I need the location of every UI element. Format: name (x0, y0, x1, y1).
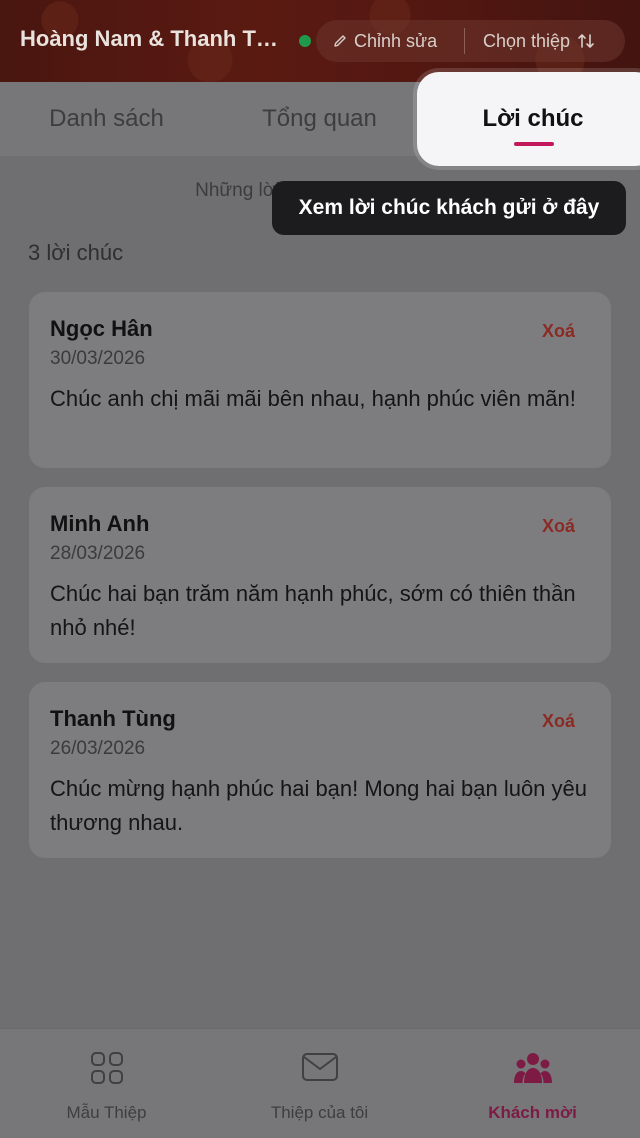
people-icon (513, 1051, 553, 1087)
nav-my-cards[interactable]: Thiệp của tôi (213, 1029, 426, 1138)
wish-count: 3 lời chúc (28, 240, 124, 265)
wish-message: Chúc hai bạn trăm năm hạnh phúc, sớm có … (50, 581, 576, 640)
wish-list: Ngọc Hân 30/03/2026 Chúc anh chị mãi mãi… (29, 292, 611, 877)
wish-author: Thanh Tùng (50, 706, 176, 731)
edit-button[interactable]: Chỉnh sửa (316, 20, 464, 62)
wish-card: Thanh Tùng 26/03/2026 Chúc mừng hạnh phú… (29, 682, 611, 858)
tab-bar: Danh sách Tổng quan Lời chúc (0, 72, 640, 166)
nav-templates[interactable]: Mẫu Thiệp (0, 1029, 213, 1138)
delete-button[interactable]: Xoá (542, 321, 575, 342)
wish-date: 26/03/2026 (50, 738, 146, 759)
tab-label: Danh sách (49, 105, 164, 132)
delete-button[interactable]: Xoá (542, 516, 575, 537)
wish-message: Chúc anh chị mãi mãi bên nhau, hạnh phúc… (50, 386, 576, 411)
event-title[interactable]: Hoàng Nam & Thanh Tùng (20, 26, 285, 52)
wish-author: Minh Anh (50, 511, 150, 536)
swap-vertical-icon (576, 31, 596, 51)
grid-icon (90, 1051, 124, 1087)
wish-card: Ngọc Hân 30/03/2026 Chúc anh chị mãi mãi… (29, 292, 611, 468)
status-dot (299, 35, 311, 47)
app-header: Hoàng Nam & Thanh Tùng Chỉnh sửa Chọn th… (0, 0, 640, 82)
wish-date: 30/03/2026 (50, 348, 146, 369)
tab-label: Tổng quan (262, 105, 377, 132)
tab-label: Lời chúc (482, 105, 584, 132)
wish-author: Ngọc Hân (50, 316, 153, 341)
wish-date: 28/03/2026 (50, 543, 146, 564)
nav-label: Mẫu Thiệp (66, 1103, 147, 1122)
active-tab-indicator (514, 142, 554, 146)
pick-label: Chọn thiệp (483, 30, 571, 51)
edit-label: Chỉnh sửa (354, 30, 438, 51)
onboarding-tooltip[interactable]: Xem lời chúc khách gửi ở đây (272, 181, 626, 235)
header-actions: Chỉnh sửa Chọn thiệp (316, 20, 625, 62)
nav-label: Thiệp của tôi (270, 1103, 369, 1122)
tab-overview[interactable]: Tổng quan (213, 82, 426, 156)
envelope-icon (301, 1051, 339, 1087)
wish-card: Minh Anh 28/03/2026 Chúc hai bạn trăm nă… (29, 487, 611, 663)
nav-label: Khách mời (488, 1103, 577, 1122)
tab-list[interactable]: Danh sách (0, 82, 213, 156)
wish-message: Chúc mừng hạnh phúc hai bạn! Mong hai bạ… (50, 776, 587, 835)
pencil-icon (332, 33, 348, 49)
bottom-nav: Mẫu Thiệp Thiệp của tôi Khách mời (0, 1028, 640, 1138)
nav-guests[interactable]: Khách mời (426, 1029, 639, 1138)
delete-button[interactable]: Xoá (542, 711, 575, 732)
pick-card-button[interactable]: Chọn thiệp (465, 20, 596, 62)
tab-wishes[interactable]: Lời chúc (417, 72, 640, 166)
